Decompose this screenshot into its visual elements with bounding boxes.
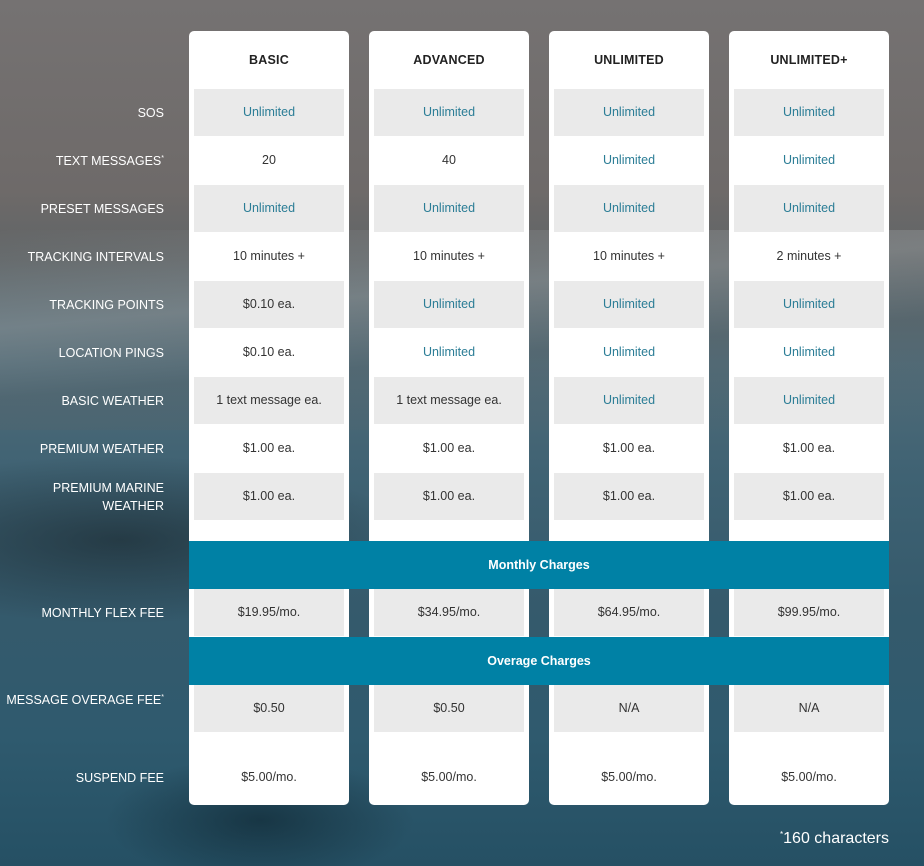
footnote: *160 characters	[780, 830, 889, 848]
plan-cell: $5.00/mo.	[781, 770, 837, 784]
plan-card-basic: BASIC Unlimited 20 Unlimited 10 minutes + $0.…	[189, 31, 349, 805]
plan-cell: $1.00 ea.	[422, 441, 476, 455]
plan-cell: Unlimited	[374, 89, 524, 136]
row-label-text-messages: TEXT MESSAGES*	[4, 152, 164, 170]
plan-cell: $1.00 ea.	[602, 441, 656, 455]
plan-cell: Unlimited	[734, 377, 884, 424]
plan-cell: Unlimited	[554, 281, 704, 328]
row-label-sos: SOS	[4, 104, 164, 122]
plan-cell: 40	[442, 153, 456, 167]
plan-cell: Unlimited	[374, 185, 524, 232]
row-label-suspend-fee: SUSPEND FEE	[4, 769, 164, 787]
plan-title: UNLIMITED	[594, 53, 664, 67]
plan-cell: $5.00/mo.	[241, 770, 297, 784]
plan-cell: Unlimited	[602, 345, 656, 359]
plan-card-advanced: ADVANCED Unlimited 40 Unlimited 10 minutes +…	[369, 31, 529, 805]
plan-cell: Unlimited	[602, 153, 656, 167]
plan-cell: $34.95/mo.	[374, 589, 524, 636]
row-label-tracking-points: TRACKING POINTS	[4, 296, 164, 314]
plan-cell: $0.10 ea.	[194, 281, 344, 328]
row-label-text: PREMIUM WEATHER	[39, 442, 164, 456]
plan-cell: Unlimited	[782, 345, 836, 359]
plan-cell: N/A	[734, 685, 884, 732]
plan-title: UNLIMITED+	[770, 53, 848, 67]
plan-cell: Unlimited	[734, 89, 884, 136]
plan-cell: $1.00 ea.	[782, 441, 836, 455]
plan-cell: $1.00 ea.	[374, 473, 524, 520]
plan-cell: Unlimited	[782, 153, 836, 167]
plan-cell: 1 text message ea.	[374, 377, 524, 424]
plan-cell: 1 text message ea.	[194, 377, 344, 424]
plan-cell: 10 minutes +	[233, 249, 305, 263]
row-label-text: PRESET MESSAGES	[40, 202, 164, 216]
row-label-text: BASIC WEATHER	[61, 394, 164, 408]
plan-card-unlimited: UNLIMITED Unlimited Unlimited Unlimited 10 m…	[549, 31, 709, 805]
plan-title: BASIC	[249, 53, 289, 67]
plan-cell: 10 minutes +	[593, 249, 665, 263]
row-label-tracking-intervals: TRACKING INTERVALS	[4, 248, 164, 266]
plan-card-unlimited-plus: UNLIMITED+ Unlimited Unlimited Unlimited 2 m…	[729, 31, 889, 805]
plan-cell: Unlimited	[734, 185, 884, 232]
row-label-text: SUSPEND FEE	[75, 771, 164, 785]
row-label-text: SOS	[137, 106, 164, 120]
row-label-text: MESSAGE OVERAGE FEE	[6, 693, 162, 707]
plan-cell: $1.00 ea.	[242, 441, 296, 455]
plan-title: ADVANCED	[413, 53, 485, 67]
plan-cell: 20	[262, 153, 276, 167]
row-label-text: LOCATION PINGS	[58, 346, 164, 360]
plan-cell: $99.95/mo.	[734, 589, 884, 636]
monthly-charges-banner: Monthly Charges	[189, 541, 889, 589]
row-label-text: PREMIUM MARINE WEATHER	[52, 481, 164, 513]
row-label-text: MONTHLY FLEX FEE	[41, 606, 164, 620]
plan-cell: 10 minutes +	[413, 249, 485, 263]
row-label-premium-marine-weather: PREMIUM MARINE WEATHER	[4, 479, 164, 515]
plan-cell: Unlimited	[554, 377, 704, 424]
row-label-preset-messages: PRESET MESSAGES	[4, 200, 164, 218]
row-label-basic-weather: BASIC WEATHER	[4, 392, 164, 410]
plan-cell: $0.50	[194, 685, 344, 732]
plan-cell: Unlimited	[554, 89, 704, 136]
row-label-premium-weather: PREMIUM WEATHER	[4, 440, 164, 458]
plan-cell: Unlimited	[194, 185, 344, 232]
asterisk-mark: *	[161, 155, 164, 162]
plan-cell: Unlimited	[554, 185, 704, 232]
plan-cell: $5.00/mo.	[421, 770, 477, 784]
row-label-text: TRACKING POINTS	[49, 298, 164, 312]
plan-cell: $1.00 ea.	[194, 473, 344, 520]
plan-cell: $1.00 ea.	[734, 473, 884, 520]
plan-cell: Unlimited	[734, 281, 884, 328]
footnote-text: 160 characters	[783, 830, 889, 847]
asterisk-mark: *	[161, 694, 164, 701]
row-label-text: TEXT MESSAGES	[55, 154, 162, 168]
plan-cell: $1.00 ea.	[554, 473, 704, 520]
footnote-mark: *	[780, 830, 784, 839]
plan-cell: N/A	[554, 685, 704, 732]
row-label-location-pings: LOCATION PINGS	[4, 344, 164, 362]
row-label-message-overage-fee: MESSAGE OVERAGE FEE*	[4, 691, 164, 709]
plan-cell: $0.50	[374, 685, 524, 732]
plan-cell: Unlimited	[374, 281, 524, 328]
plan-cell: $0.10 ea.	[242, 345, 296, 359]
plan-cell: $19.95/mo.	[194, 589, 344, 636]
plan-cell: $64.95/mo.	[554, 589, 704, 636]
row-label-text: TRACKING INTERVALS	[27, 250, 164, 264]
row-label-monthly-flex-fee: MONTHLY FLEX FEE	[4, 604, 164, 622]
plan-cell: Unlimited	[422, 345, 476, 359]
overage-charges-banner: Overage Charges	[189, 637, 889, 685]
plan-cell: Unlimited	[194, 89, 344, 136]
plan-cell: 2 minutes +	[776, 249, 842, 263]
plan-cell: $5.00/mo.	[601, 770, 657, 784]
